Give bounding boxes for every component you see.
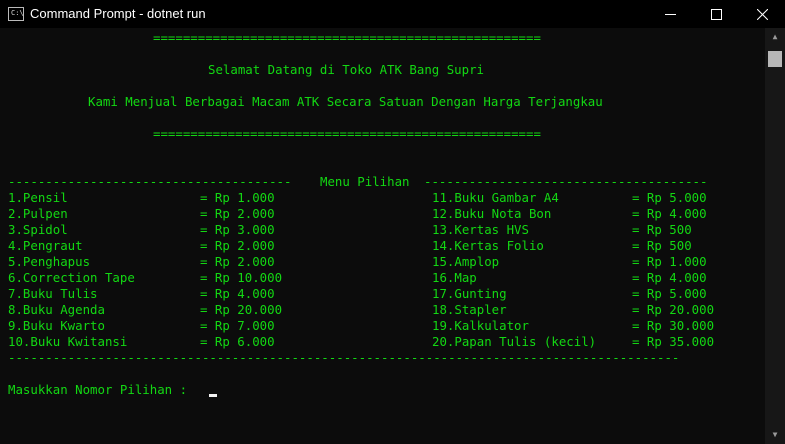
menu-item-label: 13.Kertas HVS [432, 222, 529, 237]
cmd-icon: C:\ [8, 7, 24, 21]
menu-item-label: 20.Papan Tulis (kecil) [432, 334, 597, 349]
menu-item-price: = Rp 3.000 [200, 222, 275, 237]
menu-item-price: = Rp 500 [632, 222, 692, 237]
menu-item-price: = Rp 20.000 [632, 302, 715, 317]
top-rule: ========================================… [153, 30, 541, 45]
menu-item-price: = Rp 1.000 [200, 190, 275, 205]
text-cursor [209, 394, 217, 397]
menu-item-label: 11.Buku Gambar A4 [432, 190, 559, 205]
menu-item-label: 10.Buku Kwitansi [8, 334, 128, 349]
minimize-button[interactable] [647, 0, 693, 28]
menu-item-label: 14.Kertas Folio [432, 238, 544, 253]
menu-item-label: 4.Pengraut [8, 238, 83, 253]
close-button[interactable] [739, 0, 785, 28]
menu-footer-rule: ----------------------------------------… [8, 350, 680, 365]
menu-item-price: = Rp 4.000 [632, 270, 707, 285]
menu-item-label: 1.Pensil [8, 190, 68, 205]
menu-item-price: = Rp 6.000 [200, 334, 275, 349]
menu-item-price: = Rp 5.000 [632, 190, 707, 205]
menu-header-right-rule: -------------------------------------- [424, 174, 708, 189]
input-prompt: Masukkan Nomor Pilihan : [8, 382, 195, 397]
menu-item-price: = Rp 5.000 [632, 286, 707, 301]
menu-item-price: = Rp 30.000 [632, 318, 715, 333]
command-prompt-window: C:\ Command Prompt - dotnet run ========… [0, 0, 785, 444]
menu-header-left-rule: -------------------------------------- [8, 174, 292, 189]
menu-item-label: 17.Gunting [432, 286, 507, 301]
menu-item-price: = Rp 4.000 [200, 286, 275, 301]
menu-item-label: 2.Pulpen [8, 206, 68, 221]
maximize-button[interactable] [693, 0, 739, 28]
scroll-up-icon[interactable]: ▲ [765, 28, 785, 46]
menu-item-price: = Rp 10.000 [200, 270, 283, 285]
menu-item-label: 18.Stapler [432, 302, 507, 317]
vertical-scrollbar[interactable]: ▲ ▼ [765, 28, 785, 444]
menu-item-price: = Rp 4.000 [632, 206, 707, 221]
title-bar[interactable]: C:\ Command Prompt - dotnet run [0, 0, 785, 28]
menu-item-price: = Rp 2.000 [200, 206, 275, 221]
tagline-text: Kami Menjual Berbagai Macam ATK Secara S… [88, 94, 603, 109]
maximize-icon [710, 8, 722, 20]
close-icon [756, 8, 768, 20]
menu-item-price: = Rp 500 [632, 238, 692, 253]
menu-item-label: 16.Map [432, 270, 477, 285]
scroll-down-icon[interactable]: ▼ [765, 426, 785, 444]
menu-item-label: 8.Buku Agenda [8, 302, 105, 317]
menu-title: Menu Pilihan [320, 174, 410, 189]
menu-item-price: = Rp 2.000 [200, 238, 275, 253]
menu-item-label: 6.Correction Tape [8, 270, 135, 285]
menu-item-price: = Rp 2.000 [200, 254, 275, 269]
console-output[interactable]: ========================================… [0, 28, 765, 444]
menu-item-price: = Rp 20.000 [200, 302, 283, 317]
bottom-rule: ========================================… [153, 126, 541, 141]
menu-item-price: = Rp 7.000 [200, 318, 275, 333]
menu-item-label: 3.Spidol [8, 222, 68, 237]
menu-item-price: = Rp 1.000 [632, 254, 707, 269]
menu-item-label: 7.Buku Tulis [8, 286, 98, 301]
welcome-text: Selamat Datang di Toko ATK Bang Supri [208, 62, 485, 77]
menu-item-price: = Rp 35.000 [632, 334, 715, 349]
menu-item-label: 12.Buku Nota Bon [432, 206, 552, 221]
menu-item-label: 19.Kalkulator [432, 318, 529, 333]
menu-item-label: 15.Amplop [432, 254, 500, 269]
minimize-icon [664, 13, 676, 15]
menu-item-label: 5.Penghapus [8, 254, 91, 269]
window-title: Command Prompt - dotnet run [30, 6, 206, 21]
scroll-thumb[interactable] [768, 51, 782, 67]
menu-item-label: 9.Buku Kwarto [8, 318, 105, 333]
